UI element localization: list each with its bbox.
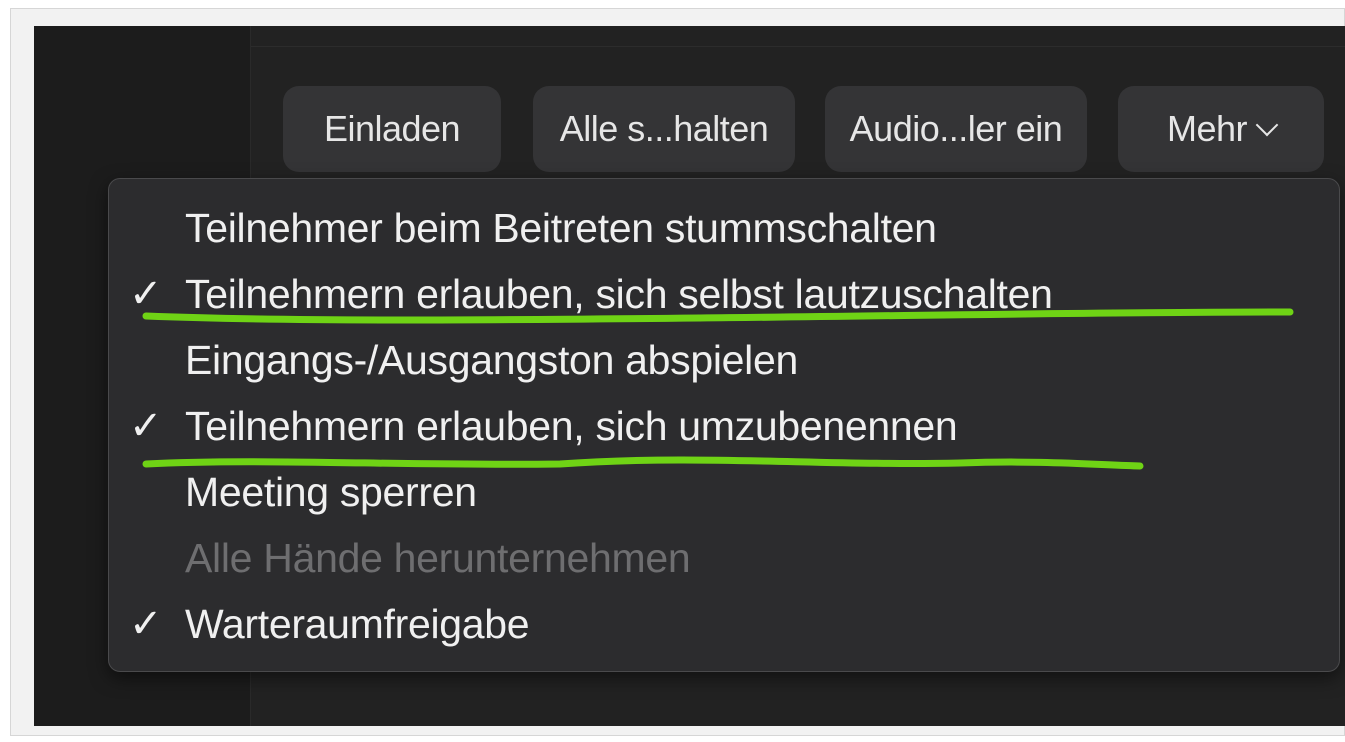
menu-item-label: Teilnehmern erlauben, sich umzubenennen (185, 403, 958, 449)
menu-item-label: Eingangs-/Ausgangston abspielen (185, 337, 798, 383)
more-button-label: Mehr (1166, 108, 1248, 149)
checkmark-icon: ✓ (129, 404, 163, 448)
menu-item-label: Alle Hände herunternehmen (185, 535, 691, 581)
chevron-down-icon (1255, 113, 1279, 137)
menu-item-lower-all-hands: Alle Hände herunternehmen (109, 525, 1337, 591)
menu-item-label: Meeting sperren (185, 469, 477, 515)
menu-item-label: Warteraumfreigabe (185, 601, 530, 647)
invite-button-label: Einladen (323, 108, 461, 149)
audio-button-label: Audio...ler ein (849, 108, 1063, 149)
mute-all-button[interactable]: Alle s...halten (533, 86, 795, 172)
menu-item-allow-unmute-self[interactable]: ✓ Teilnehmern erlauben, sich selbst laut… (109, 261, 1337, 327)
invite-button[interactable]: Einladen (283, 86, 501, 172)
more-dropdown-menu: Teilnehmer beim Beitreten stummschalten … (108, 178, 1340, 672)
menu-item-waiting-room[interactable]: ✓ Warteraumfreigabe (109, 591, 1337, 657)
mute-all-button-label: Alle s...halten (559, 108, 769, 149)
checkmark-icon: ✓ (129, 272, 163, 316)
menu-item-lock-meeting[interactable]: Meeting sperren (109, 459, 1337, 525)
audio-unmute-button[interactable]: Audio...ler ein (825, 86, 1087, 172)
menu-item-play-chime[interactable]: Eingangs-/Ausgangston abspielen (109, 327, 1337, 393)
checkmark-icon: ✓ (129, 602, 163, 646)
more-button[interactable]: Mehr (1118, 86, 1324, 172)
panel-divider (251, 46, 1345, 47)
menu-item-label: Teilnehmer beim Beitreten stummschalten (185, 205, 937, 251)
menu-item-mute-on-entry[interactable]: Teilnehmer beim Beitreten stummschalten (109, 195, 1337, 261)
menu-item-allow-rename[interactable]: ✓ Teilnehmern erlauben, sich umzubenenne… (109, 393, 1337, 459)
menu-item-label: Teilnehmern erlauben, sich selbst lautzu… (185, 271, 1053, 317)
participants-toolbar: Einladen Alle s...halten Audio...ler ein… (0, 86, 1345, 172)
